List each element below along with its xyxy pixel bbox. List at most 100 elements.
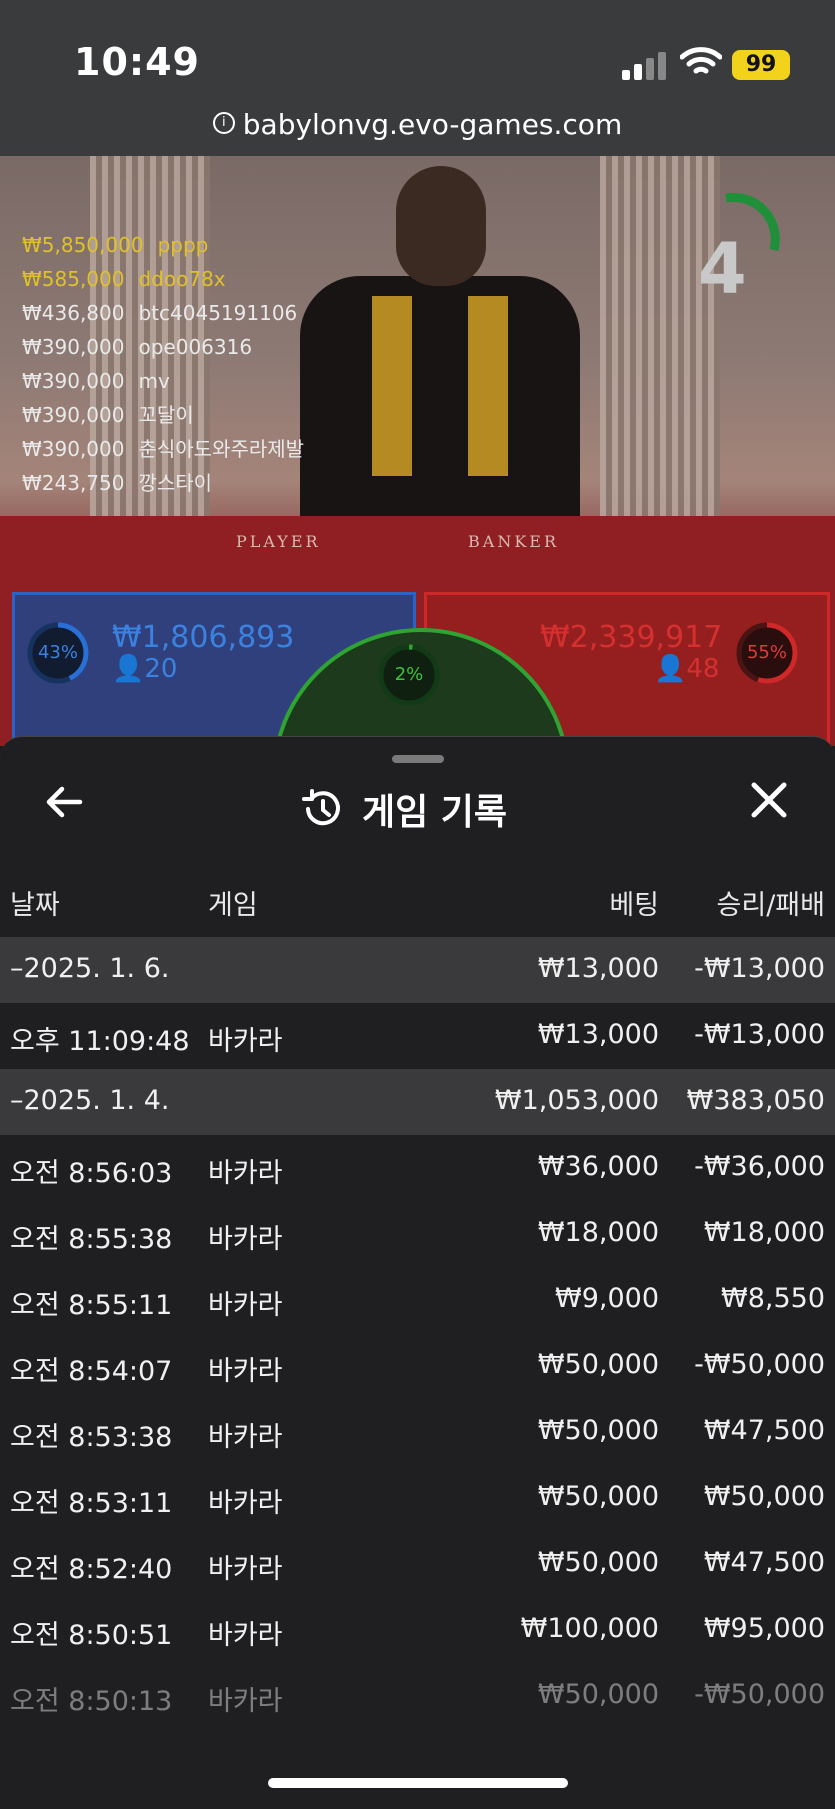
url-display[interactable]: i babylonvg.evo-games.com — [0, 108, 835, 141]
status-time: 10:49 — [74, 40, 200, 84]
bet-username: pppp — [157, 233, 209, 257]
column-header-result: 승리/패배 — [716, 890, 825, 921]
top-bet-row: ₩436,800 btc4045191106 — [22, 296, 318, 330]
player-percent: 43% — [37, 642, 78, 663]
row-datetime: 오후 11:09:48 — [10, 1026, 190, 1057]
row-game: 바카라 — [208, 1290, 283, 1321]
row-datetime: 오전 8:55:11 — [10, 1290, 173, 1321]
sheet-title: 게임 기록 — [362, 792, 508, 833]
row-bet: ₩100,000 — [520, 1613, 659, 1644]
row-game: 바카라 — [208, 1686, 283, 1717]
row-result: -₩50,000 — [694, 1349, 825, 1380]
row-result: -₩36,000 — [694, 1151, 825, 1182]
history-table: –2025. 1. 6. ₩13,000 -₩13,000 오후 11:09:48 바카… — [0, 937, 835, 1729]
row-result: ₩47,500 — [703, 1415, 825, 1446]
history-row[interactable]: 오전 8:53:11 바카라 ₩50,000 ₩50,000 — [0, 1465, 835, 1531]
row-datetime: 오전 8:56:03 — [10, 1158, 173, 1189]
sheet-header: 게임 기록 — [300, 783, 600, 835]
row-bet: ₩13,000 — [537, 1019, 659, 1050]
bet-amount: ₩585,000 — [22, 267, 125, 291]
banker-total-amount: ₩2,339,917 — [540, 620, 723, 655]
close-icon[interactable] — [744, 775, 794, 825]
player-bettor-count: 👤20 — [112, 654, 178, 684]
top-bet-row: ₩585,000 ddoo78x — [22, 262, 318, 296]
row-game: 바카라 — [208, 1026, 283, 1057]
browser-url-bar[interactable]: i babylonvg.evo-games.com — [0, 100, 835, 156]
row-bet: ₩18,000 — [537, 1217, 659, 1248]
row-bet: ₩50,000 — [537, 1349, 659, 1380]
dealer-head — [396, 166, 486, 286]
row-game: 바카라 — [208, 1488, 283, 1519]
bet-amount: ₩5,850,000 — [22, 233, 144, 257]
history-row[interactable]: 오전 8:54:07 바카라 ₩50,000 -₩50,000 — [0, 1333, 835, 1399]
history-row[interactable]: 오전 8:55:38 바카라 ₩18,000 ₩18,000 — [0, 1201, 835, 1267]
row-bet: ₩50,000 — [537, 1679, 659, 1710]
tie-percent: 2% — [394, 664, 424, 685]
row-datetime: –2025. 1. 4. — [10, 1085, 170, 1116]
top-bet-row: ₩243,750 깡스타이 — [22, 466, 318, 500]
top-bet-row: ₩390,000 ope006316 — [22, 330, 318, 364]
bet-username: mv — [138, 369, 170, 393]
status-bar: 10:49 99 — [0, 0, 835, 100]
info-icon[interactable]: i — [212, 112, 235, 134]
bet-amount: ₩390,000 — [22, 437, 125, 461]
row-datetime: –2025. 1. 6. — [10, 953, 170, 984]
column-header-game: 게임 — [208, 890, 258, 921]
history-row[interactable]: 오전 8:55:11 바카라 ₩9,000 ₩8,550 — [0, 1267, 835, 1333]
bet-username: 깡스타이 — [138, 471, 213, 495]
row-bet: ₩36,000 — [537, 1151, 659, 1182]
felt-banker-label: BANKER — [468, 532, 559, 551]
history-row[interactable]: 오전 8:52:40 바카라 ₩50,000 ₩47,500 — [0, 1531, 835, 1597]
row-game: 바카라 — [208, 1356, 283, 1387]
row-bet: ₩1,053,000 — [494, 1085, 659, 1116]
row-bet: ₩13,000 — [537, 953, 659, 984]
row-bet: ₩50,000 — [537, 1481, 659, 1512]
back-arrow-icon[interactable] — [40, 777, 90, 827]
row-result: ₩95,000 — [703, 1613, 825, 1644]
column-header-bet: 베팅 — [609, 890, 659, 921]
bet-amount: ₩243,750 — [22, 471, 125, 495]
history-row[interactable]: 오전 8:50:51 바카라 ₩100,000 ₩95,000 — [0, 1597, 835, 1663]
sheet-drag-handle[interactable] — [392, 755, 444, 763]
home-indicator[interactable] — [268, 1778, 568, 1788]
row-datetime: 오전 8:50:13 — [10, 1686, 173, 1717]
user-icon: 👤 — [654, 654, 687, 684]
url-text: babylonvg.evo-games.com — [242, 108, 623, 141]
date-group-row[interactable]: –2025. 1. 6. ₩13,000 -₩13,000 — [0, 937, 835, 1003]
row-datetime: 오전 8:55:38 — [10, 1224, 173, 1255]
row-datetime: 오전 8:53:38 — [10, 1422, 173, 1453]
row-bet: ₩9,000 — [555, 1283, 659, 1314]
row-result: ₩50,000 — [703, 1481, 825, 1512]
row-datetime: 오전 8:54:07 — [10, 1356, 173, 1387]
row-result: -₩13,000 — [694, 1019, 825, 1050]
row-result: ₩47,500 — [703, 1547, 825, 1578]
top-bet-row: ₩390,000 mv — [22, 364, 318, 398]
row-result: ₩383,050 — [686, 1085, 825, 1116]
history-row[interactable]: 오전 8:56:03 바카라 ₩36,000 -₩36,000 — [0, 1135, 835, 1201]
history-row[interactable]: 오전 8:50:13 바카라 ₩50,000 -₩50,000 — [0, 1663, 835, 1729]
banker-percent: 55% — [746, 642, 787, 663]
game-history-sheet: 게임 기록 날짜 게임 베팅 승리/패배 –2025. 1. 6. ₩13,000… — [0, 736, 835, 1809]
bet-username: ddoo78x — [138, 267, 226, 291]
top-bet-row: ₩390,000 꼬달이 — [22, 398, 318, 432]
row-bet: ₩50,000 — [537, 1415, 659, 1446]
battery-indicator: 99 — [732, 50, 790, 80]
top-bet-row: ₩390,000 춘식아도와주라제발 — [22, 432, 318, 466]
row-game: 바카라 — [208, 1158, 283, 1189]
bet-username: 춘식아도와주라제발 — [138, 437, 305, 461]
column-header-date: 날짜 — [10, 890, 60, 921]
row-result: ₩8,550 — [721, 1283, 825, 1314]
row-bet: ₩50,000 — [537, 1547, 659, 1578]
bet-amount: ₩390,000 — [22, 335, 125, 359]
bet-amount: ₩390,000 — [22, 369, 125, 393]
bet-username: btc4045191106 — [138, 301, 298, 325]
bet-username: 꼬달이 — [138, 403, 194, 427]
history-row[interactable]: 오후 11:09:48 바카라 ₩13,000 -₩13,000 — [0, 1003, 835, 1069]
cellular-signal-icon — [622, 50, 666, 80]
row-game: 바카라 — [208, 1422, 283, 1453]
top-bets-list: ₩5,850,000 pppp ₩585,000 ddoo78x ₩436,800 btc… — [22, 228, 318, 500]
history-row[interactable]: 오전 8:53:38 바카라 ₩50,000 ₩47,500 — [0, 1399, 835, 1465]
row-game: 바카라 — [208, 1224, 283, 1255]
user-icon: 👤 — [112, 654, 145, 684]
date-group-row[interactable]: –2025. 1. 4. ₩1,053,000 ₩383,050 — [0, 1069, 835, 1135]
